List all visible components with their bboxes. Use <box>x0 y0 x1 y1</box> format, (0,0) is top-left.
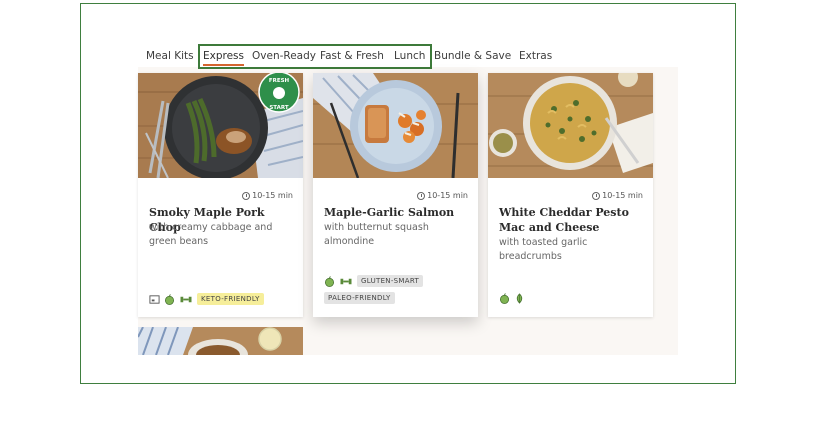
recipe-subtitle: with creamy cabbage and green beans <box>149 222 273 247</box>
clock-icon <box>592 191 601 200</box>
prep-time-text: 10-15 min <box>252 191 293 200</box>
dumbbell-icon <box>340 278 352 284</box>
apple-icon <box>325 275 334 287</box>
recipe-tags: KETO-FRIENDLY <box>149 293 299 305</box>
gluten-smart-badge: GLUTEN-SMART <box>357 275 424 287</box>
recipe-image <box>138 327 303 355</box>
recipe-image <box>313 73 478 178</box>
prep-time-text: 10-15 min <box>602 191 643 200</box>
nav-highlight-box <box>198 44 432 69</box>
apple-icon <box>500 293 509 304</box>
calories-icon <box>149 294 160 304</box>
svg-text:FRESH: FRESH <box>269 78 290 84</box>
recipe-card-partial[interactable] <box>138 327 303 355</box>
recipe-tags <box>499 293 649 304</box>
dumbbell-icon <box>180 296 192 302</box>
nav-item-bundle-and-save[interactable]: Bundle & Save <box>434 50 511 62</box>
recipe-subtitle: with toasted garlic breadcrumbs <box>499 237 588 262</box>
prep-time: 10-15 min <box>417 191 468 200</box>
nav-item-meal-kits[interactable]: Meal Kits <box>146 50 194 62</box>
recipe-card-salmon[interactable]: 10-15 min Maple-Garlic Salmon with butte… <box>313 73 478 317</box>
keto-friendly-badge: KETO-FRIENDLY <box>197 293 264 305</box>
paleo-friendly-badge: PALEO-FRIENDLY <box>324 292 395 304</box>
nav-item-extras[interactable]: Extras <box>519 50 552 62</box>
prep-time-text: 10-15 min <box>427 191 468 200</box>
apple-icon <box>165 293 174 305</box>
recipe-title[interactable]: Maple-Garlic Salmon <box>324 205 470 220</box>
clock-icon <box>242 191 251 200</box>
recipe-image <box>488 73 653 178</box>
leaf-icon <box>516 293 523 304</box>
recipe-title[interactable]: White Cheddar Pesto Mac and Cheese <box>499 205 645 235</box>
recipe-tags: GLUTEN-SMART PALEO-FRIENDLY <box>324 275 474 304</box>
recipe-subtitle: with butternut squash almondine <box>324 222 429 247</box>
recipe-card-pesto-mac[interactable]: 10-15 min White Cheddar Pesto Mac and Ch… <box>488 73 653 317</box>
fresh-start-badge: FRESH START <box>258 73 300 113</box>
svg-text:START: START <box>269 105 289 111</box>
prep-time: 10-15 min <box>242 191 293 200</box>
recipe-card-pork-chop[interactable]: FRESH START 10-15 min Smoky Maple Pork C… <box>138 73 303 317</box>
prep-time: 10-15 min <box>592 191 643 200</box>
clock-icon <box>417 191 426 200</box>
